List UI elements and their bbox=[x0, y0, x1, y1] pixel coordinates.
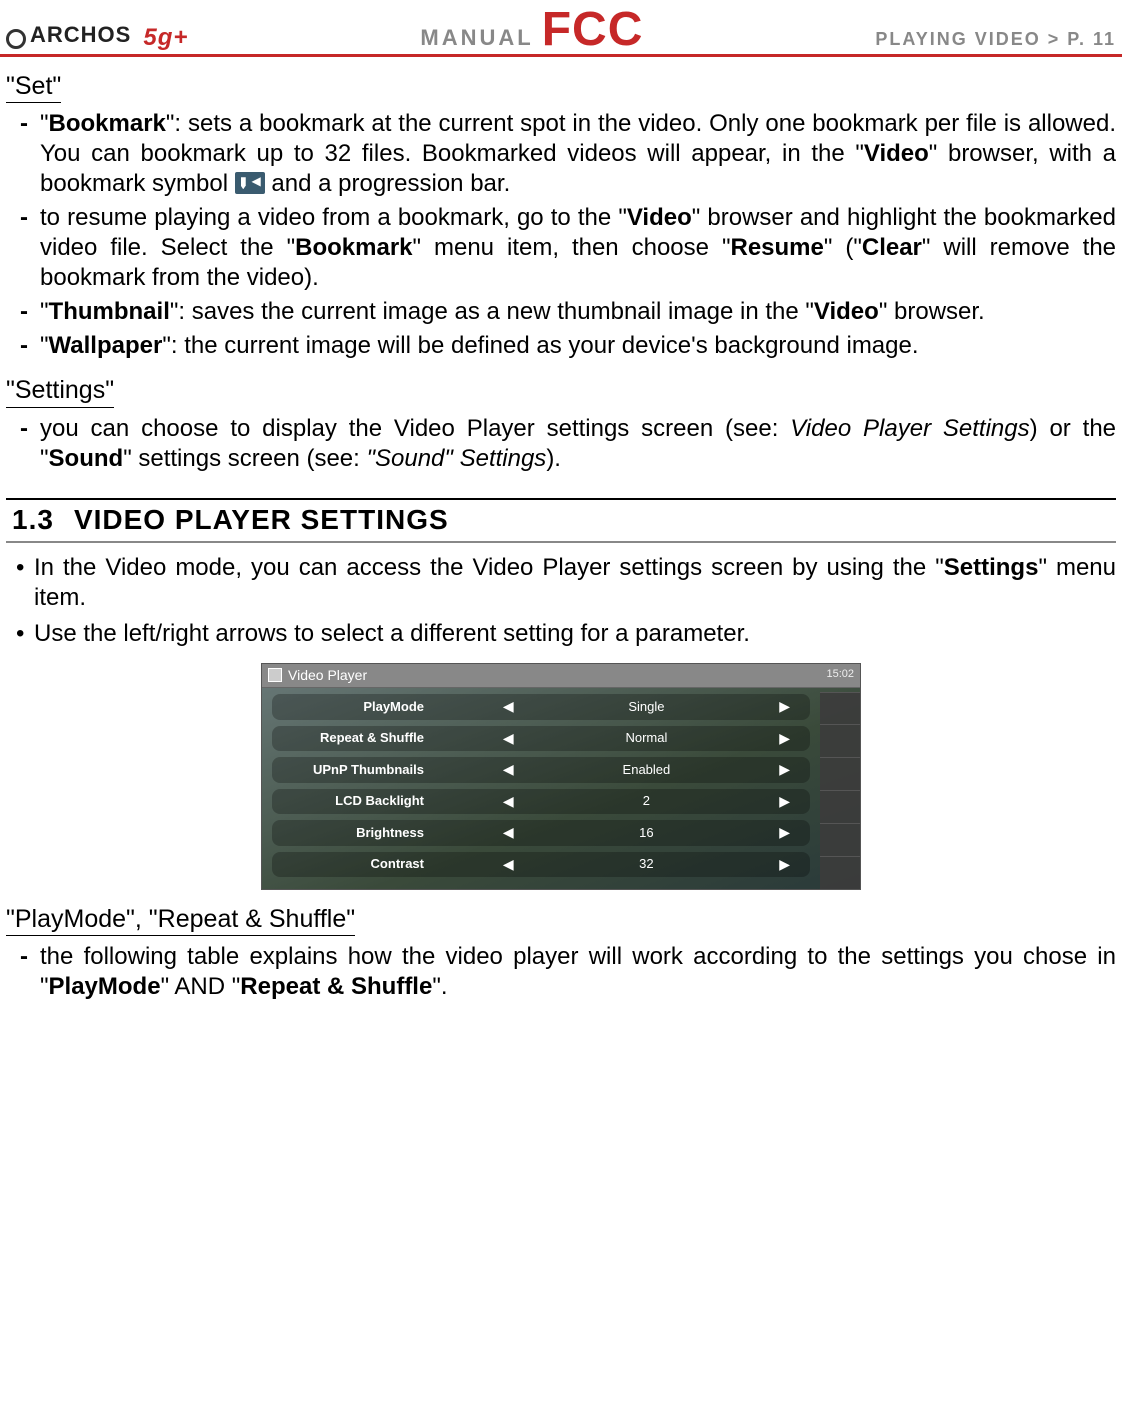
page-content: "Set" "Bookmark": sets a bookmark at the… bbox=[0, 57, 1122, 1028]
header-center: MANUAL FCC bbox=[420, 6, 643, 54]
logo-disc-icon bbox=[6, 29, 26, 49]
fcc-label: FCC bbox=[542, 6, 644, 54]
settings-list: you can choose to display the Video Play… bbox=[6, 414, 1116, 474]
screenshot-header: Video Player 15:02 bbox=[262, 664, 860, 689]
list-item: "Bookmark": sets a bookmark at the curre… bbox=[40, 109, 1116, 199]
right-arrow-icon: ▶ bbox=[767, 730, 802, 748]
manual-label: MANUAL bbox=[420, 25, 533, 51]
setting-value: 16 bbox=[586, 825, 706, 841]
list-item: In the Video mode, you can access the Vi… bbox=[34, 553, 1116, 613]
setting-label: Brightness bbox=[280, 825, 430, 841]
setting-value: Normal bbox=[586, 730, 706, 746]
left-arrow-icon: ◀ bbox=[491, 730, 526, 748]
setting-value: 2 bbox=[586, 793, 706, 809]
section-number: 1.3 bbox=[12, 502, 54, 537]
list-item: "Wallpaper": the current image will be d… bbox=[40, 331, 1116, 361]
list-item: "Thumbnail": saves the current image as … bbox=[40, 297, 1116, 327]
bookmark-icon bbox=[235, 172, 265, 194]
right-arrow-icon: ▶ bbox=[767, 824, 802, 842]
setting-label: Repeat & Shuffle bbox=[280, 730, 430, 746]
section-1-3-bullets: In the Video mode, you can access the Vi… bbox=[6, 553, 1116, 649]
list-item: Use the left/right arrows to select a di… bbox=[34, 619, 1116, 649]
right-arrow-icon: ▶ bbox=[767, 698, 802, 716]
screenshot-sidebar bbox=[820, 692, 860, 890]
left-arrow-icon: ◀ bbox=[491, 856, 526, 874]
right-arrow-icon: ▶ bbox=[767, 793, 802, 811]
setting-row-upnp-thumbnails: UPnP Thumbnails ◀ Enabled ▶ bbox=[272, 757, 810, 783]
setting-label: UPnP Thumbnails bbox=[280, 762, 430, 778]
screenshot-rows: PlayMode ◀ Single ▶ Repeat & Shuffle ◀ N… bbox=[262, 694, 860, 889]
setting-row-brightness: Brightness ◀ 16 ▶ bbox=[272, 820, 810, 846]
screenshot-title: Video Player bbox=[288, 667, 367, 685]
playmode-heading: "PlayMode", "Repeat & Shuffle" bbox=[6, 904, 355, 936]
section-1-3-heading: 1.3 VIDEO PLAYER SETTINGS bbox=[6, 498, 1116, 543]
setting-row-playmode: PlayMode ◀ Single ▶ bbox=[272, 694, 810, 720]
left-arrow-icon: ◀ bbox=[491, 698, 526, 716]
setting-value: 32 bbox=[586, 856, 706, 872]
setting-row-lcd-backlight: LCD Backlight ◀ 2 ▶ bbox=[272, 789, 810, 815]
logo-text: ARCHOS bbox=[30, 22, 131, 48]
list-item: the following table explains how the vid… bbox=[40, 942, 1116, 1002]
list-item: you can choose to display the Video Play… bbox=[40, 414, 1116, 474]
left-arrow-icon: ◀ bbox=[491, 824, 526, 842]
left-arrow-icon: ◀ bbox=[491, 793, 526, 811]
archos-logo: ARCHOS bbox=[6, 22, 131, 48]
settings-heading: "Settings" bbox=[6, 375, 114, 407]
section-title: VIDEO PLAYER SETTINGS bbox=[74, 502, 449, 537]
playmode-list: the following table explains how the vid… bbox=[6, 942, 1116, 1002]
set-heading: "Set" bbox=[6, 71, 61, 103]
header-left: ARCHOS 5g+ bbox=[6, 22, 188, 52]
page-header: ARCHOS 5g+ MANUAL FCC PLAYING VIDEO > P.… bbox=[0, 0, 1122, 57]
set-list: "Bookmark": sets a bookmark at the curre… bbox=[6, 109, 1116, 361]
model-label: 5g+ bbox=[143, 24, 188, 52]
setting-label: PlayMode bbox=[280, 699, 430, 715]
video-player-settings-screenshot: Video Player 15:02 PlayMode ◀ Single ▶ R… bbox=[261, 663, 861, 891]
right-arrow-icon: ▶ bbox=[767, 856, 802, 874]
right-arrow-icon: ▶ bbox=[767, 761, 802, 779]
breadcrumb: PLAYING VIDEO > P. 11 bbox=[875, 29, 1116, 50]
screenshot-app-icon bbox=[268, 668, 282, 682]
left-arrow-icon: ◀ bbox=[491, 761, 526, 779]
setting-row-contrast: Contrast ◀ 32 ▶ bbox=[272, 852, 810, 878]
setting-label: Contrast bbox=[280, 856, 430, 872]
screenshot-time: 15:02 bbox=[826, 668, 854, 682]
list-item: to resume playing a video from a bookmar… bbox=[40, 203, 1116, 293]
setting-row-repeat-shuffle: Repeat & Shuffle ◀ Normal ▶ bbox=[272, 726, 810, 752]
setting-value: Single bbox=[586, 699, 706, 715]
setting-value: Enabled bbox=[586, 762, 706, 778]
setting-label: LCD Backlight bbox=[280, 793, 430, 809]
